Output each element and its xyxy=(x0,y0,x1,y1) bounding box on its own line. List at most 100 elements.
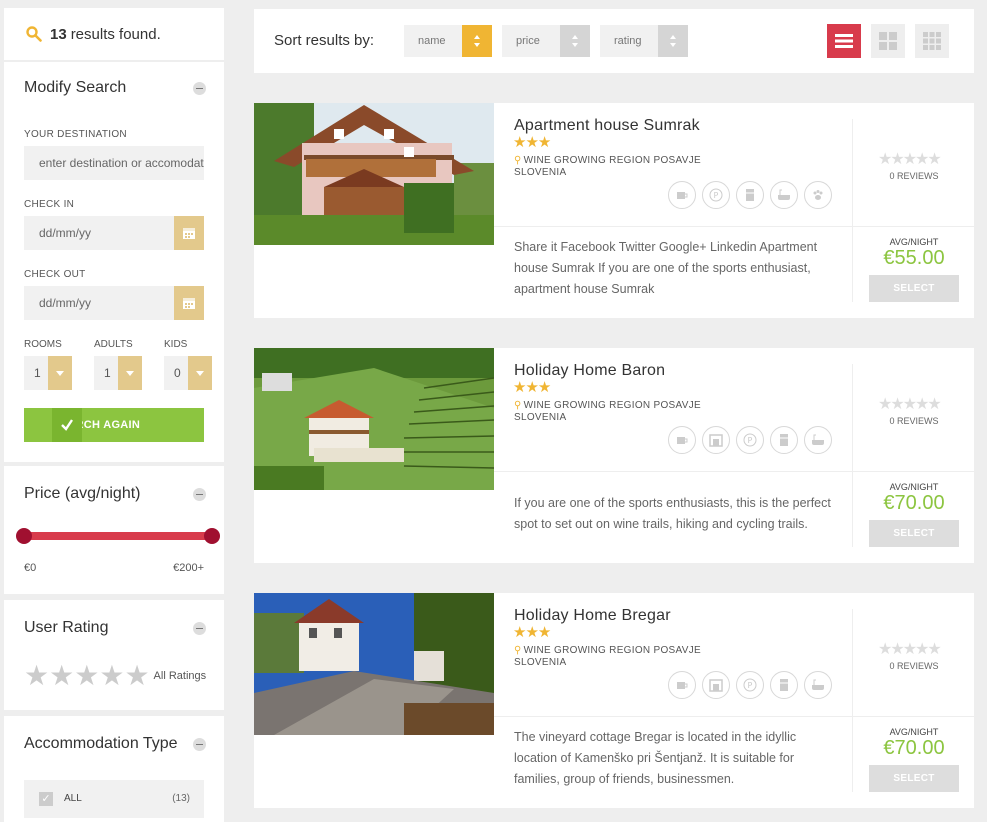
price-max-label: €200+ xyxy=(173,562,204,574)
region-text: WINE GROWING REGION POSAVJE xyxy=(523,645,701,656)
location-pin-icon: ⚲ xyxy=(514,645,522,656)
select-button[interactable]: SELECT xyxy=(869,765,959,792)
rooms-label: ROOMS xyxy=(24,339,62,350)
adults-select[interactable]: 1 xyxy=(94,356,142,390)
collapse-icon[interactable] xyxy=(193,487,206,501)
coffee-icon xyxy=(668,426,696,454)
compact-grid-icon xyxy=(923,32,941,50)
svg-text:P: P xyxy=(714,191,719,200)
fridge-icon xyxy=(736,181,764,209)
price-min-label: €0 xyxy=(24,562,37,574)
vertical-divider xyxy=(852,119,853,302)
grid-view-button[interactable] xyxy=(871,24,905,58)
sort-by-rating[interactable]: rating xyxy=(600,25,688,57)
search-again-button[interactable]: SEARCH AGAIN xyxy=(24,408,204,442)
list-view-button[interactable] xyxy=(827,24,861,58)
listing-description: If you are one of the sports enthusiasts… xyxy=(514,496,831,531)
divider xyxy=(494,226,974,227)
listing-price: €55.00 xyxy=(883,247,945,269)
user-rating-header[interactable]: User Rating xyxy=(4,600,224,656)
sort-label: Sort results by: xyxy=(274,32,375,49)
review-stars: ★★★★★ xyxy=(878,641,942,658)
star-icon[interactable]: ★ xyxy=(49,662,74,690)
destination-label: YOUR DESTINATION xyxy=(24,129,127,140)
sort-arrows-icon[interactable] xyxy=(658,25,688,57)
slider-handle-max[interactable] xyxy=(204,528,220,544)
hotel-stars: ★★★ xyxy=(513,379,551,396)
accommodation-type-header[interactable]: Accommodation Type xyxy=(4,716,224,772)
collapse-icon[interactable] xyxy=(193,621,206,635)
fridge-icon xyxy=(770,671,798,699)
listing-card: Apartment house Sumrak ★★★ ⚲ WINE GROWING… xyxy=(254,103,974,318)
hotel-stars: ★★★ xyxy=(513,134,551,151)
checkbox[interactable]: ✓ xyxy=(39,792,53,806)
calendar-icon[interactable] xyxy=(174,286,204,320)
slider-handle-min[interactable] xyxy=(16,528,32,544)
sort-by-name[interactable]: name xyxy=(404,25,492,57)
sort-option-label: name xyxy=(418,35,446,47)
select-button[interactable]: SELECT xyxy=(869,520,959,547)
price-range-slider[interactable] xyxy=(16,528,220,544)
checkmark-icon xyxy=(52,408,82,442)
accommodation-option-all[interactable]: ✓ ALL (13) xyxy=(24,780,204,818)
listing-description: Share it Facebook Twitter Google+ Linked… xyxy=(514,240,818,296)
modify-search-header[interactable]: Modify Search xyxy=(4,62,224,114)
accommodation-type-panel: Accommodation Type ✓ ALL (13) xyxy=(4,716,224,822)
checkin-label: CHECK IN xyxy=(24,199,75,210)
review-stars: ★★★★★ xyxy=(878,396,942,413)
calendar-icon[interactable] xyxy=(174,216,204,250)
star-icon[interactable]: ★ xyxy=(124,662,149,690)
divider xyxy=(494,716,974,717)
amenity-icons: P xyxy=(668,671,832,699)
destination-input[interactable]: enter destination or accomodation xyxy=(24,146,204,180)
pet-icon xyxy=(804,181,832,209)
chevron-down-icon[interactable] xyxy=(48,356,72,390)
collapse-icon[interactable] xyxy=(193,737,206,751)
listing-photo[interactable] xyxy=(254,103,494,245)
grid-view-icon xyxy=(879,32,897,50)
parking-icon: P xyxy=(736,671,764,699)
checkin-input[interactable]: dd/mm/yy xyxy=(24,216,204,250)
listing-photo[interactable] xyxy=(254,593,494,735)
sort-arrows-icon[interactable] xyxy=(560,25,590,57)
price-filter-panel: Price (avg/night) €0 €200+ xyxy=(4,466,224,594)
collapse-icon[interactable] xyxy=(193,81,206,95)
star-icon[interactable]: ★ xyxy=(24,662,49,690)
star-icon[interactable]: ★ xyxy=(74,662,99,690)
parking-icon: P xyxy=(736,426,764,454)
star-icon[interactable]: ★ xyxy=(99,662,124,690)
sort-option-label: rating xyxy=(614,35,642,47)
chevron-down-icon[interactable] xyxy=(188,356,212,390)
listing-photo[interactable] xyxy=(254,348,494,490)
accommodation-option-label: ALL xyxy=(64,793,82,804)
adults-value: 1 xyxy=(104,366,111,380)
region-text: WINE GROWING REGION POSAVJE xyxy=(523,155,701,166)
kids-label: KIDS xyxy=(164,339,188,350)
sort-by-price[interactable]: price xyxy=(502,25,590,57)
chevron-down-icon[interactable] xyxy=(118,356,142,390)
review-count[interactable]: 0 REVIEWS xyxy=(854,171,974,181)
checkout-input[interactable]: dd/mm/yy xyxy=(24,286,204,320)
fridge-icon xyxy=(770,426,798,454)
sort-arrows-icon[interactable] xyxy=(462,25,492,57)
select-button[interactable]: SELECT xyxy=(869,275,959,302)
rating-stars[interactable]: ★ ★ ★ ★ ★ All Ratings xyxy=(24,662,206,690)
kids-select[interactable]: 0 xyxy=(164,356,212,390)
divider xyxy=(494,471,974,472)
checkout-placeholder: dd/mm/yy xyxy=(39,296,92,310)
price-filter-header[interactable]: Price (avg/night) xyxy=(4,466,224,522)
hotel-stars: ★★★ xyxy=(513,624,551,641)
review-stars: ★★★★★ xyxy=(878,151,942,168)
sort-option-label: price xyxy=(516,35,540,47)
svg-text:P: P xyxy=(748,681,753,690)
user-rating-panel: User Rating ★ ★ ★ ★ ★ All Ratings xyxy=(4,600,224,710)
adults-label: ADULTS xyxy=(94,339,133,350)
review-count[interactable]: 0 REVIEWS xyxy=(854,416,974,426)
review-count[interactable]: 0 REVIEWS xyxy=(854,661,974,671)
vertical-divider xyxy=(852,609,853,792)
modify-search-title: Modify Search xyxy=(24,79,127,96)
compact-grid-view-button[interactable] xyxy=(915,24,949,58)
search-icon xyxy=(26,26,42,42)
rooms-select[interactable]: 1 xyxy=(24,356,72,390)
listing-description: The vineyard cottage Bregar is located i… xyxy=(514,730,797,786)
